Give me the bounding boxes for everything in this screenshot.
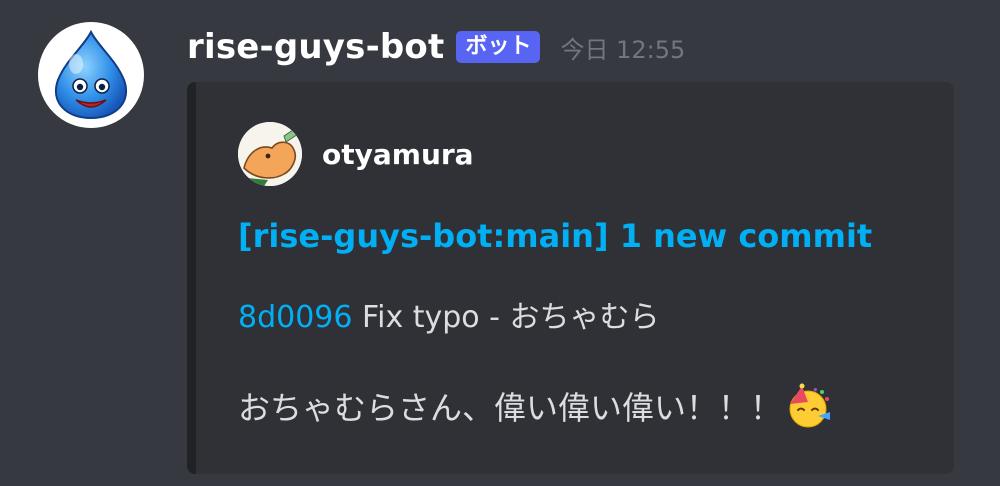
bot-avatar[interactable]: [38, 22, 144, 128]
message-header: rise-guys-bot ボット 今日 12:55: [187, 22, 685, 72]
message-timestamp[interactable]: 今日 12:55: [560, 30, 685, 65]
embed-author-name[interactable]: otyamura: [322, 138, 474, 171]
bot-badge: ボット: [456, 30, 541, 64]
bot-username[interactable]: rise-guys-bot: [187, 27, 444, 67]
author-avatar[interactable]: [238, 122, 302, 186]
commit-hash-link[interactable]: 8d0096: [238, 300, 352, 335]
commit-line: 8d0096 Fix typo - おちゃむら: [238, 292, 660, 336]
partying-face-icon: [789, 383, 831, 428]
user-avatar-icon: [238, 122, 302, 186]
embed-author: otyamura: [238, 122, 474, 186]
github-embed: otyamura [rise-guys-bot:main] 1 new comm…: [187, 82, 954, 474]
embed-description-text: おちゃむらさん、偉い偉い偉い！！！: [238, 389, 783, 427]
embed-description: おちゃむらさん、偉い偉い偉い！！！: [238, 382, 832, 430]
commit-message: Fix typo - おちゃむら: [362, 300, 660, 335]
embed-title-link[interactable]: [rise-guys-bot:main] 1 new commit: [238, 217, 872, 255]
slime-avatar-icon: [55, 29, 127, 120]
